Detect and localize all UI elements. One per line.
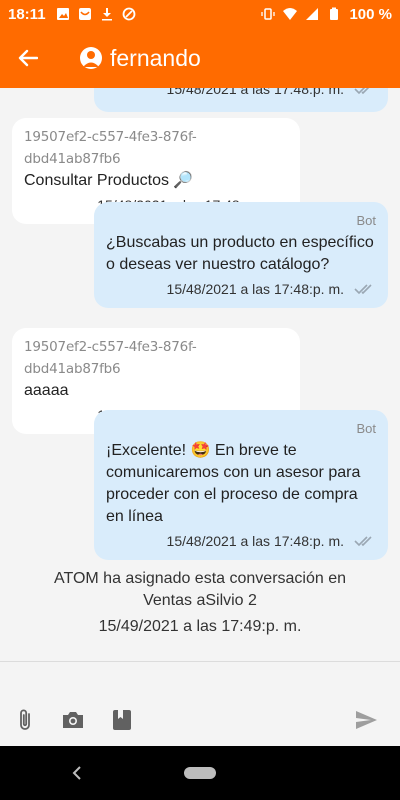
double-check-icon [354, 88, 370, 95]
paperclip-icon[interactable] [14, 708, 38, 732]
message-bubble: 15/48/2021 a las 17:48:p. m. [94, 88, 388, 112]
message-sender: 19507ef2-c557-4fe3-876f-dbd41ab87fb6 [24, 129, 197, 167]
notification-icon [78, 8, 91, 20]
download-icon [101, 8, 112, 21]
battery-level: 100 % [349, 5, 392, 23]
page-title: fernando [110, 44, 201, 71]
camera-icon[interactable] [61, 708, 85, 732]
avatar [80, 47, 102, 69]
message-bubble: Bot ¿Buscabas un producto en específico … [94, 202, 388, 308]
signal-icon [306, 8, 319, 20]
message-text: aaaaa [24, 382, 69, 399]
system-note-line: ATOM ha asignado esta conversación en [53, 570, 347, 587]
send-icon[interactable] [354, 708, 378, 732]
message-timestamp: 15/48/2021 a las 17:48:p. m. [166, 88, 344, 97]
wifi-icon [283, 8, 298, 20]
status-bar: 18:11 100 % [0, 0, 400, 28]
bot-label: Bot [356, 213, 376, 228]
message-text: ¡Excelente! 🤩 En breve te comunicaremos … [106, 442, 361, 525]
system-note: ATOM ha asignado esta conversación en Ve… [0, 568, 400, 638]
nav-back-icon[interactable] [68, 762, 86, 784]
sync-icon [122, 7, 135, 21]
message-text: ¿Buscabas un producto en específico o de… [106, 234, 374, 273]
message-timestamp: 15/48/2021 a las 17:48:p. m. [166, 281, 344, 297]
message-text: Consultar Productos 🔎 [24, 172, 194, 189]
app-bar: fernando [0, 28, 400, 88]
arrow-left-icon [18, 49, 38, 67]
vibrate-icon [261, 8, 276, 20]
person-icon [83, 51, 99, 67]
message-bubble: Bot ¡Excelente! 🤩 En breve te comunicare… [94, 410, 388, 560]
system-note-line: Ventas aSilvio 2 [143, 592, 257, 609]
message-sender: 19507ef2-c557-4fe3-876f-dbd41ab87fb6 [24, 339, 197, 377]
status-time: 18:11 [8, 5, 46, 23]
battery-icon [330, 7, 339, 20]
book-icon[interactable] [110, 708, 134, 732]
message-timestamp: 15/48/2021 a las 17:48:p. m. [166, 533, 344, 549]
system-nav-bar [0, 746, 400, 800]
double-check-icon [354, 284, 372, 295]
bot-label: Bot [356, 421, 376, 436]
double-check-icon [354, 536, 372, 547]
nav-home-pill[interactable] [184, 767, 216, 779]
image-icon [56, 8, 69, 20]
message-input-bar[interactable] [0, 662, 400, 746]
back-button[interactable] [0, 28, 56, 88]
system-note-timestamp: 15/49/2021 a las 17:49:p. m. [98, 618, 302, 635]
chat-area[interactable]: 15/48/2021 a las 17:48:p. m. 19507ef2-c5… [0, 88, 400, 662]
